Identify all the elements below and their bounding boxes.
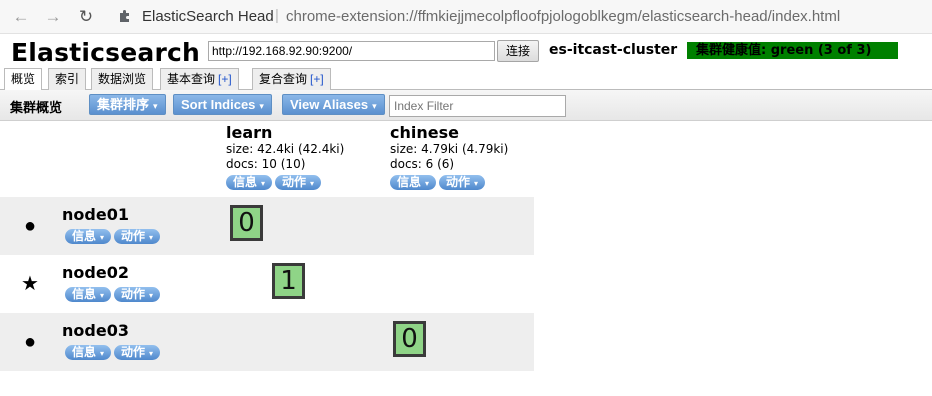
tab-label: 复合查询 bbox=[259, 72, 308, 86]
index-name: chinese bbox=[390, 123, 459, 142]
tab-plus[interactable]: [+] bbox=[218, 72, 232, 86]
button-label: 集群排序 bbox=[97, 97, 150, 112]
extension-puzzle-icon bbox=[120, 10, 129, 22]
cluster-name: es-itcast-cluster bbox=[549, 42, 678, 58]
connect-url-input[interactable] bbox=[208, 41, 495, 61]
node-actions: 信息 ▾ 动作 ▾ bbox=[65, 286, 163, 302]
index-info-button[interactable]: 信息 ▾ bbox=[226, 175, 273, 190]
back-arrow-icon[interactable]: ← bbox=[12, 8, 30, 26]
index-action-button[interactable]: 动作 ▾ bbox=[439, 175, 486, 190]
site-name: ElasticSearch Head bbox=[142, 8, 274, 25]
reload-icon[interactable]: ↻ bbox=[77, 8, 95, 26]
node-action-button[interactable]: 动作 ▾ bbox=[114, 287, 161, 302]
tab-basic-query[interactable]: 基本查询 [+] bbox=[160, 68, 239, 90]
shard-box[interactable]: 0 bbox=[393, 321, 426, 357]
toolbar-title: 集群概览 bbox=[10, 100, 63, 115]
tab-label: 概览 bbox=[11, 72, 36, 86]
node-name: node01 bbox=[62, 205, 129, 224]
tab-label: 索引 bbox=[55, 72, 80, 86]
chevron-down-icon: ▾ bbox=[149, 233, 154, 242]
index-action-button[interactable]: 动作 ▾ bbox=[275, 175, 322, 190]
chevron-down-icon: ▾ bbox=[100, 233, 105, 242]
shard-box[interactable]: 0 bbox=[230, 205, 263, 241]
chevron-down-icon: ▾ bbox=[100, 349, 105, 358]
pill-label: 动作 bbox=[446, 175, 471, 189]
index-actions: 信息 ▾ 动作 ▾ bbox=[390, 174, 508, 190]
pill-label: 动作 bbox=[121, 287, 146, 301]
tab-compound-query[interactable]: 复合查询 [+] bbox=[252, 68, 331, 90]
index-docs: docs: 10 (10) bbox=[226, 157, 306, 171]
index-info-button[interactable]: 信息 ▾ bbox=[390, 175, 437, 190]
tab-overview[interactable]: 概览 bbox=[4, 68, 43, 91]
chevron-down-icon: ▾ bbox=[149, 349, 154, 358]
chevron-down-icon: ▾ bbox=[149, 291, 154, 300]
node-actions: 信息 ▾ 动作 ▾ bbox=[65, 344, 163, 360]
node-circle-icon: ● bbox=[23, 331, 37, 353]
pill-label: 动作 bbox=[121, 229, 146, 243]
pill-label: 信息 bbox=[72, 345, 97, 359]
sort-indices-button[interactable]: Sort Indices ▾ bbox=[173, 94, 272, 115]
pill-label: 信息 bbox=[72, 229, 97, 243]
node-actions: 信息 ▾ 动作 ▾ bbox=[65, 228, 163, 244]
shard-box[interactable]: 1 bbox=[272, 263, 305, 299]
chevron-down-icon: ▾ bbox=[259, 101, 264, 111]
overview-toolbar: 集群概览 集群排序 ▾ Sort Indices ▾ View Aliases ▾ bbox=[0, 90, 932, 121]
index-filter-input[interactable] bbox=[389, 95, 566, 117]
chevron-down-icon: ▾ bbox=[153, 101, 158, 111]
pill-label: 信息 bbox=[233, 175, 258, 189]
node-info-button[interactable]: 信息 ▾ bbox=[65, 229, 112, 244]
index-name: learn bbox=[226, 123, 273, 142]
index-actions: 信息 ▾ 动作 ▾ bbox=[226, 174, 344, 190]
node-action-button[interactable]: 动作 ▾ bbox=[114, 345, 161, 360]
forward-arrow-icon[interactable]: → bbox=[44, 8, 62, 26]
node-name: node02 bbox=[62, 263, 129, 282]
tab-indices[interactable]: 索引 bbox=[48, 68, 87, 90]
chevron-down-icon: ▾ bbox=[261, 179, 266, 188]
node-info-button[interactable]: 信息 ▾ bbox=[65, 287, 112, 302]
pill-label: 信息 bbox=[72, 287, 97, 301]
connect-button[interactable]: 连接 bbox=[497, 40, 539, 62]
node-action-button[interactable]: 动作 ▾ bbox=[114, 229, 161, 244]
tab-bar: 概览 索引 数据浏览 基本查询 [+] 复合查询 [+] bbox=[0, 67, 932, 91]
chevron-down-icon: ▾ bbox=[100, 291, 105, 300]
address-bar-url[interactable]: chrome-extension://ffmkiejjmecolpfloofpj… bbox=[286, 8, 840, 25]
index-size: size: 4.79ki (4.79ki) bbox=[390, 142, 509, 156]
node-row-node03: ● node03 信息 ▾ 动作 ▾ 0 bbox=[0, 313, 534, 371]
index-header-learn: learn size: 42.4ki (42.4ki) docs: 10 (10… bbox=[226, 124, 344, 190]
index-size: size: 42.4ki (42.4ki) bbox=[226, 142, 345, 156]
pill-label: 信息 bbox=[397, 175, 422, 189]
pill-label: 动作 bbox=[121, 345, 146, 359]
node-row-node01: ● node01 信息 ▾ 动作 ▾ 0 bbox=[0, 197, 534, 255]
cluster-sort-button[interactable]: 集群排序 ▾ bbox=[89, 94, 166, 115]
button-label: Sort Indices bbox=[181, 97, 256, 112]
chevron-down-icon: ▾ bbox=[474, 179, 479, 188]
browser-toolbar: ← → ↻ ElasticSearch Head | chrome-extens… bbox=[0, 0, 932, 34]
view-aliases-button[interactable]: View Aliases ▾ bbox=[282, 94, 385, 115]
index-header-chinese: chinese size: 4.79ki (4.79ki) docs: 6 (6… bbox=[390, 124, 508, 190]
button-label: View Aliases bbox=[290, 97, 369, 112]
url-separator: | bbox=[275, 7, 279, 24]
tab-label: 基本查询 bbox=[167, 72, 216, 86]
tab-label: 数据浏览 bbox=[98, 72, 147, 86]
node-name: node03 bbox=[62, 321, 129, 340]
chevron-down-icon: ▾ bbox=[310, 179, 315, 188]
index-docs: docs: 6 (6) bbox=[390, 157, 455, 171]
chevron-down-icon: ▾ bbox=[372, 101, 377, 111]
pill-label: 动作 bbox=[282, 175, 307, 189]
tab-data-browser[interactable]: 数据浏览 bbox=[91, 68, 154, 90]
tab-plus[interactable]: [+] bbox=[310, 72, 324, 86]
cluster-health-badge: 集群健康值: green (3 of 3) bbox=[687, 42, 898, 59]
node-info-button[interactable]: 信息 ▾ bbox=[65, 345, 112, 360]
app-title: Elasticsearch bbox=[11, 38, 200, 67]
chevron-down-icon: ▾ bbox=[425, 179, 430, 188]
node-circle-icon: ● bbox=[23, 215, 37, 237]
node-row-node02: ★ node02 信息 ▾ 动作 ▾ 1 bbox=[0, 255, 534, 313]
master-star-icon: ★ bbox=[21, 273, 39, 295]
